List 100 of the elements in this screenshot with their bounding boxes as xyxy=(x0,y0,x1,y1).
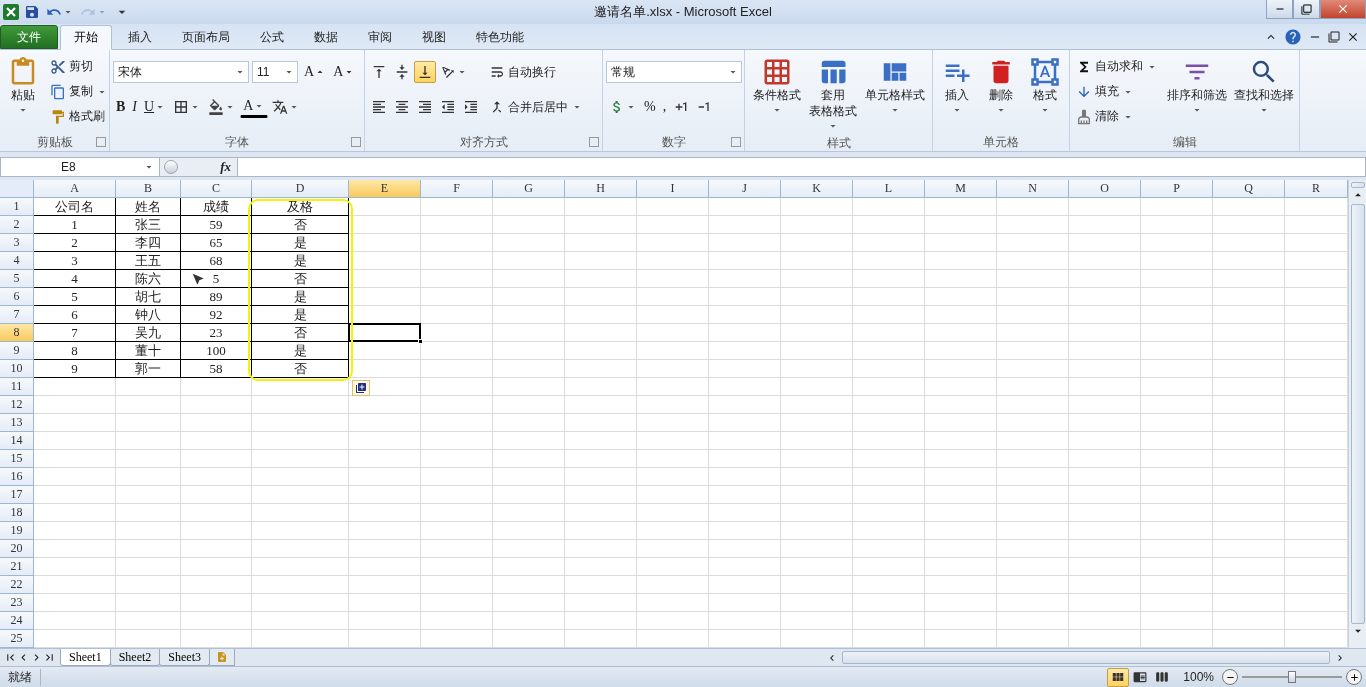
active-cell[interactable] xyxy=(348,323,421,342)
size-combo[interactable]: 11 xyxy=(252,61,298,83)
sheet-tab[interactable]: Sheet2 xyxy=(109,649,161,666)
column-header[interactable]: E xyxy=(349,180,421,198)
delete-button[interactable]: 删除 xyxy=(981,54,1021,133)
paste-options-button[interactable] xyxy=(352,380,370,396)
bold-button[interactable]: B xyxy=(113,96,129,118)
row-header[interactable]: 24 xyxy=(0,612,34,630)
row-header[interactable]: 19 xyxy=(0,522,34,540)
cut-button[interactable]: 剪切 xyxy=(47,56,96,77)
row-header[interactable]: 3 xyxy=(0,234,34,252)
column-header[interactable]: B xyxy=(116,180,181,198)
restore-icon[interactable] xyxy=(1328,30,1340,43)
column-header[interactable]: M xyxy=(925,180,997,198)
formula-input[interactable] xyxy=(238,157,1366,177)
percent-button[interactable]: % xyxy=(641,96,659,118)
column-header[interactable]: R xyxy=(1285,180,1348,198)
column-header[interactable]: O xyxy=(1069,180,1141,198)
sheet-tab[interactable]: Sheet3 xyxy=(159,649,210,666)
comma-button[interactable]: , xyxy=(659,96,670,118)
row-header[interactable]: 12 xyxy=(0,396,34,414)
column-header[interactable]: Q xyxy=(1213,180,1285,198)
help-icon[interactable] xyxy=(1284,27,1302,46)
tableformat-button[interactable]: 套用 表格格式 xyxy=(806,54,859,135)
column-header[interactable]: F xyxy=(421,180,493,198)
format-button[interactable]: 格式 xyxy=(1025,54,1065,133)
restore-button[interactable] xyxy=(1293,0,1320,19)
find-button[interactable]: 查找和选择 xyxy=(1232,54,1296,133)
row-header[interactable]: 6 xyxy=(0,288,34,306)
font-combo[interactable]: 常规 xyxy=(606,61,742,83)
minimize-button[interactable] xyxy=(1266,0,1293,19)
copy-button[interactable]: 复制 xyxy=(47,81,111,102)
column-header[interactable]: J xyxy=(709,180,781,198)
row-header[interactable]: 25 xyxy=(0,630,34,648)
column-header[interactable]: H xyxy=(565,180,637,198)
ribbon-tab[interactable]: 文件 xyxy=(0,25,58,49)
name-box[interactable]: E8 xyxy=(0,157,160,177)
zoom-out-button[interactable] xyxy=(1222,669,1238,685)
row-header[interactable]: 21 xyxy=(0,558,34,576)
zoom-in-button[interactable] xyxy=(1346,669,1362,685)
row-header[interactable]: 2 xyxy=(0,216,34,234)
ribbon-tab[interactable]: 审阅 xyxy=(354,25,406,49)
insert-button[interactable]: 插入 xyxy=(937,54,977,133)
vertical-scrollbar[interactable] xyxy=(1348,180,1366,648)
row-header[interactable]: 5 xyxy=(0,270,34,288)
row-header[interactable]: 9 xyxy=(0,342,34,360)
row-header[interactable]: 13 xyxy=(0,414,34,432)
row-header[interactable]: 11 xyxy=(0,378,34,396)
grow-button[interactable]: A xyxy=(301,61,330,83)
conditional-button[interactable]: 条件格式 xyxy=(750,54,803,135)
column-header[interactable]: N xyxy=(997,180,1069,198)
ribbon-tab[interactable]: 特色功能 xyxy=(462,25,538,49)
split-handle[interactable] xyxy=(1350,182,1365,188)
row-header[interactable]: 16 xyxy=(0,468,34,486)
ribbon-tab[interactable]: 开始 xyxy=(60,25,112,50)
column-header[interactable]: K xyxy=(781,180,853,198)
italic-button[interactable]: I xyxy=(129,96,140,118)
insert-function-button[interactable]: fx xyxy=(220,159,231,175)
row-header[interactable]: 22 xyxy=(0,576,34,594)
row-header[interactable]: 7 xyxy=(0,306,34,324)
filldown-button[interactable]: 填充 xyxy=(1073,81,1137,102)
column-header[interactable]: A xyxy=(34,180,116,198)
painter-button[interactable]: 格式刷 xyxy=(47,106,108,127)
font-combo[interactable]: 宋体 xyxy=(113,61,249,83)
fontcolor-button[interactable]: A xyxy=(240,96,269,118)
fill-handle[interactable] xyxy=(418,339,423,344)
row-header[interactable]: 14 xyxy=(0,432,34,450)
row-header[interactable]: 20 xyxy=(0,540,34,558)
sheet-tab[interactable]: Sheet1 xyxy=(60,649,111,666)
clear-button[interactable]: 清除 xyxy=(1073,106,1137,127)
row-header[interactable]: 4 xyxy=(0,252,34,270)
sum-button[interactable]: 自动求和 xyxy=(1073,56,1161,77)
paste-button[interactable]: 粘贴 xyxy=(3,54,43,133)
row-header[interactable]: 15 xyxy=(0,450,34,468)
ribbon-tab[interactable]: 视图 xyxy=(408,25,460,49)
column-header[interactable]: P xyxy=(1141,180,1213,198)
column-header[interactable]: D xyxy=(252,180,349,198)
row-header[interactable]: 1 xyxy=(0,198,34,216)
column-header[interactable]: L xyxy=(853,180,925,198)
sort-button[interactable]: 排序和筛选 xyxy=(1165,54,1229,133)
ribbon-tab[interactable]: 数据 xyxy=(300,25,352,49)
ribbon-tab[interactable]: 公式 xyxy=(246,25,298,49)
wrap-button[interactable]: 自动换行 xyxy=(486,61,559,83)
column-header[interactable]: C xyxy=(181,180,252,198)
underline-button[interactable]: U xyxy=(141,96,170,118)
column-header[interactable]: I xyxy=(637,180,709,198)
row-header[interactable]: 18 xyxy=(0,504,34,522)
column-header[interactable]: G xyxy=(493,180,565,198)
ribbon-tab[interactable]: 插入 xyxy=(114,25,166,49)
cellstyle-button[interactable]: 单元格样式 xyxy=(862,54,927,135)
shrink-button[interactable]: A xyxy=(330,61,359,83)
merge-button[interactable]: 合并后居中 xyxy=(486,96,586,118)
zoom-slider-thumb[interactable] xyxy=(1288,671,1296,683)
row-header[interactable]: 23 xyxy=(0,594,34,612)
row-header[interactable]: 10 xyxy=(0,360,34,378)
bottom-button[interactable] xyxy=(414,61,436,83)
ribbon-tab[interactable]: 页面布局 xyxy=(168,25,244,49)
view-button[interactable] xyxy=(1107,667,1130,687)
row-header[interactable]: 8 xyxy=(0,324,34,342)
row-header[interactable]: 17 xyxy=(0,486,34,504)
